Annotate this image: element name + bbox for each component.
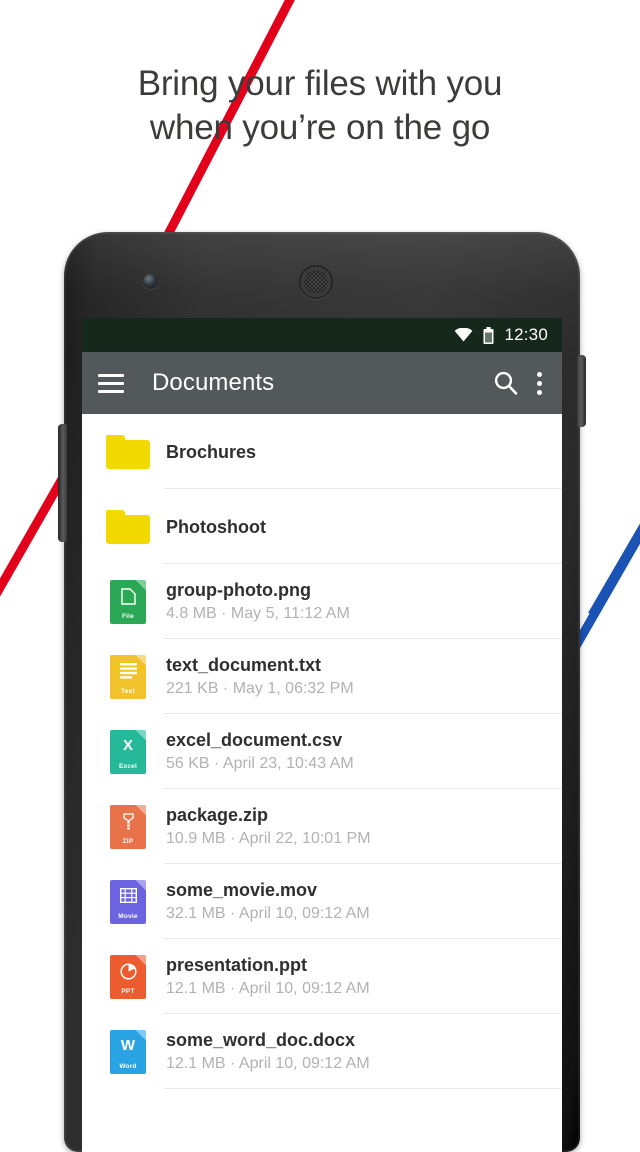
volume-button[interactable] xyxy=(58,424,67,542)
folder-row[interactable]: Photoshoot xyxy=(82,489,562,564)
file-meta: 56 KB · April 23, 10:43 AM xyxy=(166,755,354,772)
file-name: Brochures xyxy=(166,441,257,462)
earpiece-speaker-icon xyxy=(299,265,333,299)
file-name: package.zip xyxy=(166,805,269,825)
page-title: Documents xyxy=(152,369,275,396)
file-meta: 221 KB · May 1, 06:32 PM xyxy=(166,680,354,697)
phone-mockup: 12:30 Documents Brochures Photoshoot File g… xyxy=(58,232,586,1152)
status-bar-clock: 12:30 xyxy=(504,325,548,344)
file-name: excel_document.csv xyxy=(166,730,343,750)
file-row-text: Brochures xyxy=(162,441,256,463)
file-row[interactable]: Movie some_movie.mov 32.1 MB · April 10, 0… xyxy=(82,864,562,939)
file-row-text: presentation.ppt 12.1 MB · April 10, 09:1… xyxy=(162,954,370,999)
file-meta: 12.1 MB · April 10, 09:12 AM xyxy=(166,1055,370,1072)
file-row[interactable]: W Word some_word_doc.docx 12.1 MB · April 1… xyxy=(82,1014,562,1089)
file-name: text_document.txt xyxy=(166,655,322,675)
file-row-text: package.zip 10.9 MB · April 22, 10:01 PM xyxy=(162,804,371,849)
status-bar: 12:30 xyxy=(82,318,562,352)
file-name: Photoshoot xyxy=(166,516,266,537)
front-camera-icon xyxy=(143,274,158,289)
file-name: group-photo.png xyxy=(166,580,311,600)
file-row-text: some_word_doc.docx 12.1 MB · April 10, 09… xyxy=(162,1029,370,1074)
file-type-icon: PPT xyxy=(94,954,162,999)
file-meta: 4.8 MB · May 5, 11:12 AM xyxy=(166,605,350,622)
file-meta: 32.1 MB · April 10, 09:12 AM xyxy=(166,905,370,922)
headline-line-1: Bring your files with you xyxy=(137,64,503,103)
folder-row[interactable]: Brochures xyxy=(82,414,562,489)
file-type-icon: File xyxy=(94,579,162,624)
power-button[interactable] xyxy=(577,355,586,427)
blue-diagonal-line-front xyxy=(588,523,640,618)
file-meta: 12.1 MB · April 10, 09:12 AM xyxy=(166,980,370,997)
file-type-icon: ZIP xyxy=(94,804,162,849)
row-divider xyxy=(164,1088,562,1089)
folder-icon xyxy=(94,509,162,544)
file-row-text: some_movie.mov 32.1 MB · April 10, 09:12 … xyxy=(162,879,370,924)
file-list[interactable]: Brochures Photoshoot File group-photo.png 4.… xyxy=(82,414,562,1152)
file-name: some_movie.mov xyxy=(166,880,318,900)
search-icon[interactable] xyxy=(493,370,519,396)
folder-icon xyxy=(94,434,162,469)
phone-screen: 12:30 Documents Brochures Photoshoot File g… xyxy=(82,318,562,1152)
file-row[interactable]: Text text_document.txt 221 KB · May 1, 06:… xyxy=(82,639,562,714)
file-row-text: group-photo.png 4.8 MB · May 5, 11:12 AM xyxy=(162,579,350,624)
headline-line-2: when you’re on the go xyxy=(149,108,491,147)
file-row-text: excel_document.csv 56 KB · April 23, 10:4… xyxy=(162,729,354,774)
file-name: presentation.ppt xyxy=(166,955,308,975)
page-headline: Bring your files with you when you’re on… xyxy=(0,62,640,150)
file-type-icon: Movie xyxy=(94,879,162,924)
file-row[interactable]: ZIP package.zip 10.9 MB · April 22, 10:01 … xyxy=(82,789,562,864)
file-type-icon: X Excel xyxy=(94,729,162,774)
file-meta: 10.9 MB · April 22, 10:01 PM xyxy=(166,830,371,847)
app-bar: Documents xyxy=(82,352,562,414)
wifi-icon xyxy=(454,328,473,342)
battery-icon xyxy=(483,326,494,344)
file-row[interactable]: X Excel excel_document.csv 56 KB · April 23… xyxy=(82,714,562,789)
file-type-icon: W Word xyxy=(94,1029,162,1074)
file-name: some_word_doc.docx xyxy=(166,1030,356,1050)
file-row-text: text_document.txt 221 KB · May 1, 06:32 P… xyxy=(162,654,354,699)
file-row-text: Photoshoot xyxy=(162,516,266,538)
file-row[interactable]: File group-photo.png 4.8 MB · May 5, 11:12… xyxy=(82,564,562,639)
file-row[interactable]: PPT presentation.ppt 12.1 MB · April 10, 0… xyxy=(82,939,562,1014)
file-type-icon: Text xyxy=(94,654,162,699)
hamburger-menu-icon[interactable] xyxy=(98,373,124,393)
overflow-menu-icon[interactable] xyxy=(537,371,546,395)
